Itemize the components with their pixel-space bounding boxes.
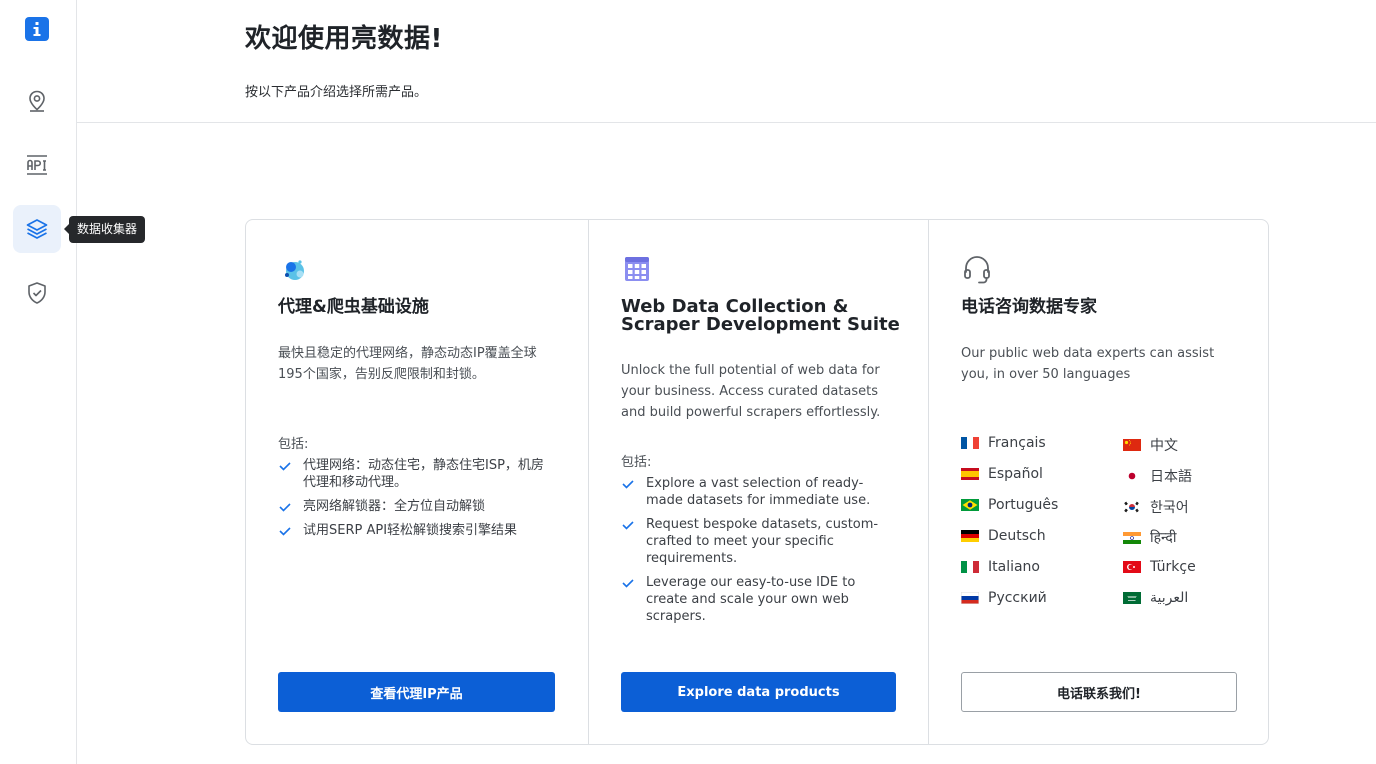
headset-icon [964, 256, 990, 284]
flag-cn-icon [1123, 439, 1141, 451]
product-cards: 代理&爬虫基础设施 最快且稳定的代理网络，静态动态IP覆盖全球195个国家，告别… [245, 219, 1269, 745]
language-item: Deutsch [961, 528, 1046, 544]
card-description: Unlock the full potential of web data fo… [621, 363, 881, 420]
flag-ru-icon [961, 592, 979, 604]
shield-check-icon [28, 282, 46, 304]
language-item: Español [961, 466, 1043, 482]
feature-list: 代理网络：动态住宅，静态住宅ISP，机房代理和移动代理。 亮网络解锁器：全方位自… [278, 457, 554, 546]
sidebar [0, 0, 77, 764]
flag-de-icon [961, 530, 979, 542]
feature-list: Explore a vast selection of ready-made d… [621, 475, 891, 632]
proxy-globe-icon [285, 260, 304, 280]
explore-data-products-button[interactable]: Explore data products [621, 672, 896, 712]
includes-label: 包括: [621, 455, 652, 470]
flag-sa-icon [1123, 592, 1141, 604]
card-description: Our public web data experts can assist y… [961, 346, 1215, 382]
list-item: Leverage our easy-to-use IDE to create a… [621, 574, 891, 625]
check-icon [279, 503, 291, 512]
card-title: 电话咨询数据专家 [961, 297, 1097, 317]
sidebar-item-api[interactable] [13, 141, 61, 189]
card-description: 最快且稳定的代理网络，静态动态IP覆盖全球195个国家，告别反爬限制和封锁。 [278, 346, 537, 382]
list-item: Request bespoke datasets, custom-crafted… [621, 516, 891, 567]
page-title: 欢迎使用亮数据! [245, 24, 443, 54]
flag-jp-icon [1123, 470, 1141, 482]
language-item: 中文 [1123, 435, 1178, 455]
sidebar-item-proxies[interactable] [13, 77, 61, 125]
language-item: Português [961, 497, 1058, 513]
card-title: 代理&爬虫基础设施 [278, 297, 429, 317]
flag-in-icon [1123, 531, 1141, 544]
language-item: हिन्दी [1123, 528, 1176, 547]
proxy-card: 代理&爬虫基础设施 最快且稳定的代理网络，静态动态IP覆盖全球195个国家，告别… [246, 220, 588, 744]
language-item: Русский [961, 590, 1047, 606]
list-item: 代理网络：动态住宅，静态住宅ISP，机房代理和移动代理。 [278, 457, 554, 491]
check-icon [622, 480, 634, 489]
flag-kr-icon [1123, 501, 1141, 513]
location-pin-icon [29, 90, 45, 112]
contact-card: 电话咨询数据专家 Our public web data experts can… [928, 220, 1268, 744]
check-icon [622, 579, 634, 588]
sidebar-item-data-collector[interactable] [13, 205, 61, 253]
language-item: Italiano [961, 559, 1040, 575]
flag-it-icon [961, 561, 979, 573]
includes-label: 包括: [278, 437, 309, 452]
sidebar-tooltip: 数据收集器 [63, 216, 146, 243]
view-proxy-products-button[interactable]: 查看代理IP产品 [278, 672, 555, 712]
check-icon [279, 527, 291, 536]
check-icon [279, 462, 291, 471]
check-icon [622, 521, 634, 530]
data-grid-icon [625, 257, 649, 281]
flag-br-icon [961, 499, 979, 511]
language-item: Français [961, 435, 1046, 451]
sidebar-item-security[interactable] [13, 269, 61, 317]
layers-icon [26, 219, 48, 239]
flag-fr-icon [961, 437, 979, 449]
flag-es-icon [961, 468, 979, 480]
flag-tr-icon [1123, 561, 1141, 573]
list-item: 试用SERP API轻松解锁搜索引擎结果 [278, 522, 554, 539]
list-item: 亮网络解锁器：全方位自动解锁 [278, 498, 554, 515]
data-collection-card: Web Data Collection & Scraper Developmen… [588, 220, 928, 744]
language-item: Türkçe [1123, 559, 1196, 575]
api-icon [27, 155, 47, 175]
call-us-button[interactable]: 电话联系我们! [961, 672, 1237, 712]
language-item: العربية [1123, 590, 1188, 606]
list-item: Explore a vast selection of ready-made d… [621, 475, 891, 509]
language-item: 한국어 [1123, 497, 1189, 517]
language-item: 日本語 [1123, 466, 1192, 486]
card-title: Web Data Collection & Scraper Developmen… [621, 296, 900, 335]
info-icon[interactable] [25, 17, 49, 41]
page-subtitle: 按以下产品介绍选择所需产品。 [245, 85, 428, 100]
page-header: 欢迎使用亮数据! 按以下产品介绍选择所需产品。 [77, 0, 1376, 123]
